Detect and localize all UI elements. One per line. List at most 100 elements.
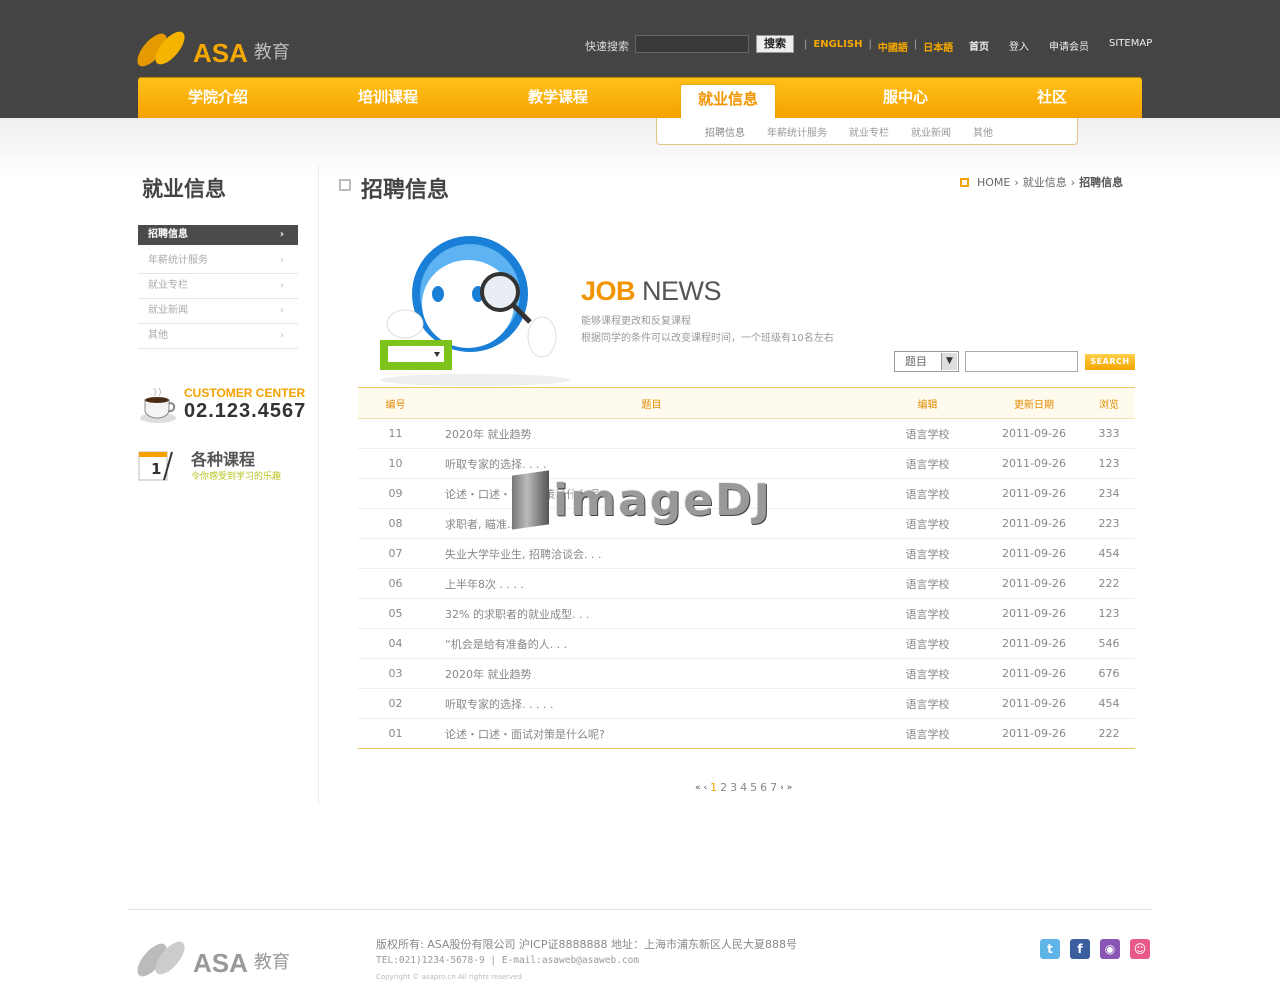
page-3[interactable]: 3 (730, 781, 737, 794)
last-page-icon[interactable]: » (787, 783, 793, 793)
row-editor: 语言学校 (905, 667, 950, 681)
table-row[interactable]: 01 论述・口述・面试对策是什么呢? 语言学校 2011-09-26 222 (358, 719, 1135, 749)
lang-japanese[interactable]: 日本語 (923, 39, 953, 54)
nav-item-teaching[interactable]: 教学课程 (478, 77, 638, 118)
page-2[interactable]: 2 (720, 781, 727, 794)
row-number: 06 (388, 577, 403, 590)
breadcrumb: HOME › 就业信息 › 招聘信息 (960, 174, 1123, 190)
nav-item-community[interactable]: 社区 (988, 77, 1116, 118)
nav-item-training[interactable]: 培训课程 (308, 77, 468, 118)
table-row[interactable]: 04 “机会是给有准备的人. . . 语言学校 2011-09-26 546 (358, 629, 1135, 659)
nav-item-about[interactable]: 学院介绍 (138, 77, 298, 118)
job-table: 编号 题目 编辑 更新日期 浏览 11 2020年 就业趋势 语言学校 2011-09… (358, 387, 1135, 749)
subnav-item-column[interactable]: 就业专栏 (849, 124, 889, 139)
col-number-header: 编号 (385, 399, 406, 411)
left-menu-item-column[interactable]: 就业专栏 › (138, 274, 298, 299)
row-title[interactable]: 32% 的求职者的就业成型. . . (433, 606, 870, 622)
calendar-day: 1 (151, 460, 162, 478)
left-menu-item-recruit[interactable]: 招聘信息 › (138, 225, 298, 245)
nav-item-employment[interactable]: 就业信息 (681, 85, 775, 118)
breadcrumb-home[interactable]: HOME (977, 176, 1010, 189)
search-button[interactable]: SEARCH (1085, 354, 1135, 370)
row-editor: 语言学校 (905, 487, 950, 501)
lang-english[interactable]: ENGLISH (813, 39, 862, 54)
row-number: 11 (388, 427, 403, 440)
page-7[interactable]: 7 (770, 781, 777, 794)
footer-divider (128, 909, 1152, 910)
keyword-input[interactable] (965, 351, 1078, 372)
page-6[interactable]: 6 (760, 781, 767, 794)
table-row[interactable]: 07 失业大学毕业生, 招聘洽谈会. . . 语言学校 2011-09-26 454 (358, 539, 1135, 569)
watermark: imageDJ (512, 470, 772, 530)
home-link[interactable]: 首页 (969, 38, 989, 53)
row-title[interactable]: 失业大学毕业生, 招聘洽谈会. . . (433, 546, 870, 562)
row-views: 454 (1098, 547, 1120, 560)
row-editor: 语言学校 (905, 427, 950, 441)
page-4[interactable]: 4 (740, 781, 747, 794)
quick-search-input[interactable] (635, 35, 749, 53)
next-page-icon[interactable]: › (780, 783, 784, 793)
left-menu-item-salary[interactable]: 年薪统计服务 › (138, 249, 298, 274)
row-views: 222 (1098, 727, 1120, 740)
page-title-text: 招聘信息 (361, 178, 450, 203)
page-title: 招聘信息 (339, 172, 449, 204)
row-number: 07 (388, 547, 403, 560)
subnav-item-recruit[interactable]: 招聘信息 (705, 124, 745, 139)
top-links: 首页 登入 申请会员 SITEMAP (969, 38, 1152, 53)
row-views: 676 (1098, 667, 1120, 680)
page-5[interactable]: 5 (750, 781, 757, 794)
row-date: 2011-09-26 (1002, 607, 1066, 620)
job-news-description: 能够课程更改和反复课程 根据同学的条件可以改变课程时间，一个班级有10名左右 (581, 316, 834, 344)
facebook-icon[interactable]: f (1070, 939, 1090, 959)
row-number: 02 (388, 697, 403, 710)
row-title[interactable]: 听取专家的选择. . . . . (433, 696, 870, 712)
row-editor: 语言学校 (905, 697, 950, 711)
logo[interactable]: ASA 教育 (132, 26, 290, 72)
login-link[interactable]: 登入 (1009, 38, 1029, 53)
row-title[interactable]: 上半年8次 . . . . (433, 576, 870, 592)
table-row[interactable]: 06 上半年8次 . . . . 语言学校 2011-09-26 222 (358, 569, 1135, 599)
row-title[interactable]: “机会是给有准备的人. . . (433, 636, 870, 652)
chevron-right-icon: › (279, 229, 284, 240)
chevron-right-icon: › (1070, 175, 1076, 189)
square-bullet-icon (339, 179, 351, 191)
table-row[interactable]: 05 32% 的求职者的就业成型. . . 语言学校 2011-09-26 123 (358, 599, 1135, 629)
customer-center-label: CUSTOMER CENTER (184, 386, 306, 400)
pagination: « ‹ 1 2 3 4 5 6 7 › » (695, 781, 792, 794)
lang-chinese[interactable]: 中國語 (878, 39, 908, 54)
prev-page-icon[interactable]: ‹ (704, 783, 708, 793)
first-page-icon[interactable]: « (695, 783, 701, 793)
table-header: 编号 题目 编辑 更新日期 浏览 (358, 387, 1135, 419)
row-date: 2011-09-26 (1002, 577, 1066, 590)
row-title[interactable]: 2020年 就业趋势 (433, 666, 870, 682)
twitter-icon[interactable]: t (1040, 939, 1060, 959)
page-1[interactable]: 1 (710, 781, 717, 794)
row-date: 2011-09-26 (1002, 547, 1066, 560)
courses-banner[interactable]: 1 各种课程 令你感受到学习的乐趣 (138, 446, 313, 486)
row-number: 03 (388, 667, 403, 680)
nav-item-service[interactable]: 服中心 (828, 77, 983, 118)
table-row[interactable]: 03 2020年 就业趋势 语言学校 2011-09-26 676 (358, 659, 1135, 689)
subnav-item-news[interactable]: 就业新闻 (911, 124, 951, 139)
subnav-item-other[interactable]: 其他 (973, 124, 993, 139)
subnav-item-salary[interactable]: 年薪统计服务 (767, 124, 827, 139)
me2day-icon[interactable]: ☺ (1130, 939, 1150, 959)
sitemap-link[interactable]: SITEMAP (1109, 38, 1152, 53)
breadcrumb-current: 招聘信息 (1079, 176, 1124, 189)
row-number: 10 (388, 457, 403, 470)
chevron-right-icon: › (280, 255, 284, 266)
rss-icon[interactable]: ◉ (1100, 939, 1120, 959)
row-date: 2011-09-26 (1002, 667, 1066, 680)
chevron-right-icon: › (280, 330, 284, 341)
left-menu-item-news[interactable]: 就业新闻 › (138, 299, 298, 324)
sidebar-title: 就业信息 (142, 177, 226, 201)
left-menu-item-other[interactable]: 其他 › (138, 324, 298, 349)
breadcrumb-section[interactable]: 就业信息 (1023, 174, 1067, 190)
row-title[interactable]: 论述・口述・面试对策是什么呢? (433, 726, 870, 742)
register-link[interactable]: 申请会员 (1049, 38, 1089, 53)
table-row[interactable]: 11 2020年 就业趋势 语言学校 2011-09-26 333 (358, 419, 1135, 449)
table-row[interactable]: 02 听取专家的选择. . . . . 语言学校 2011-09-26 454 (358, 689, 1135, 719)
quick-search-button[interactable]: 搜索 (756, 35, 794, 53)
search-field-select[interactable]: 题目 ▼ (894, 351, 959, 372)
row-title[interactable]: 2020年 就业趋势 (433, 426, 870, 442)
